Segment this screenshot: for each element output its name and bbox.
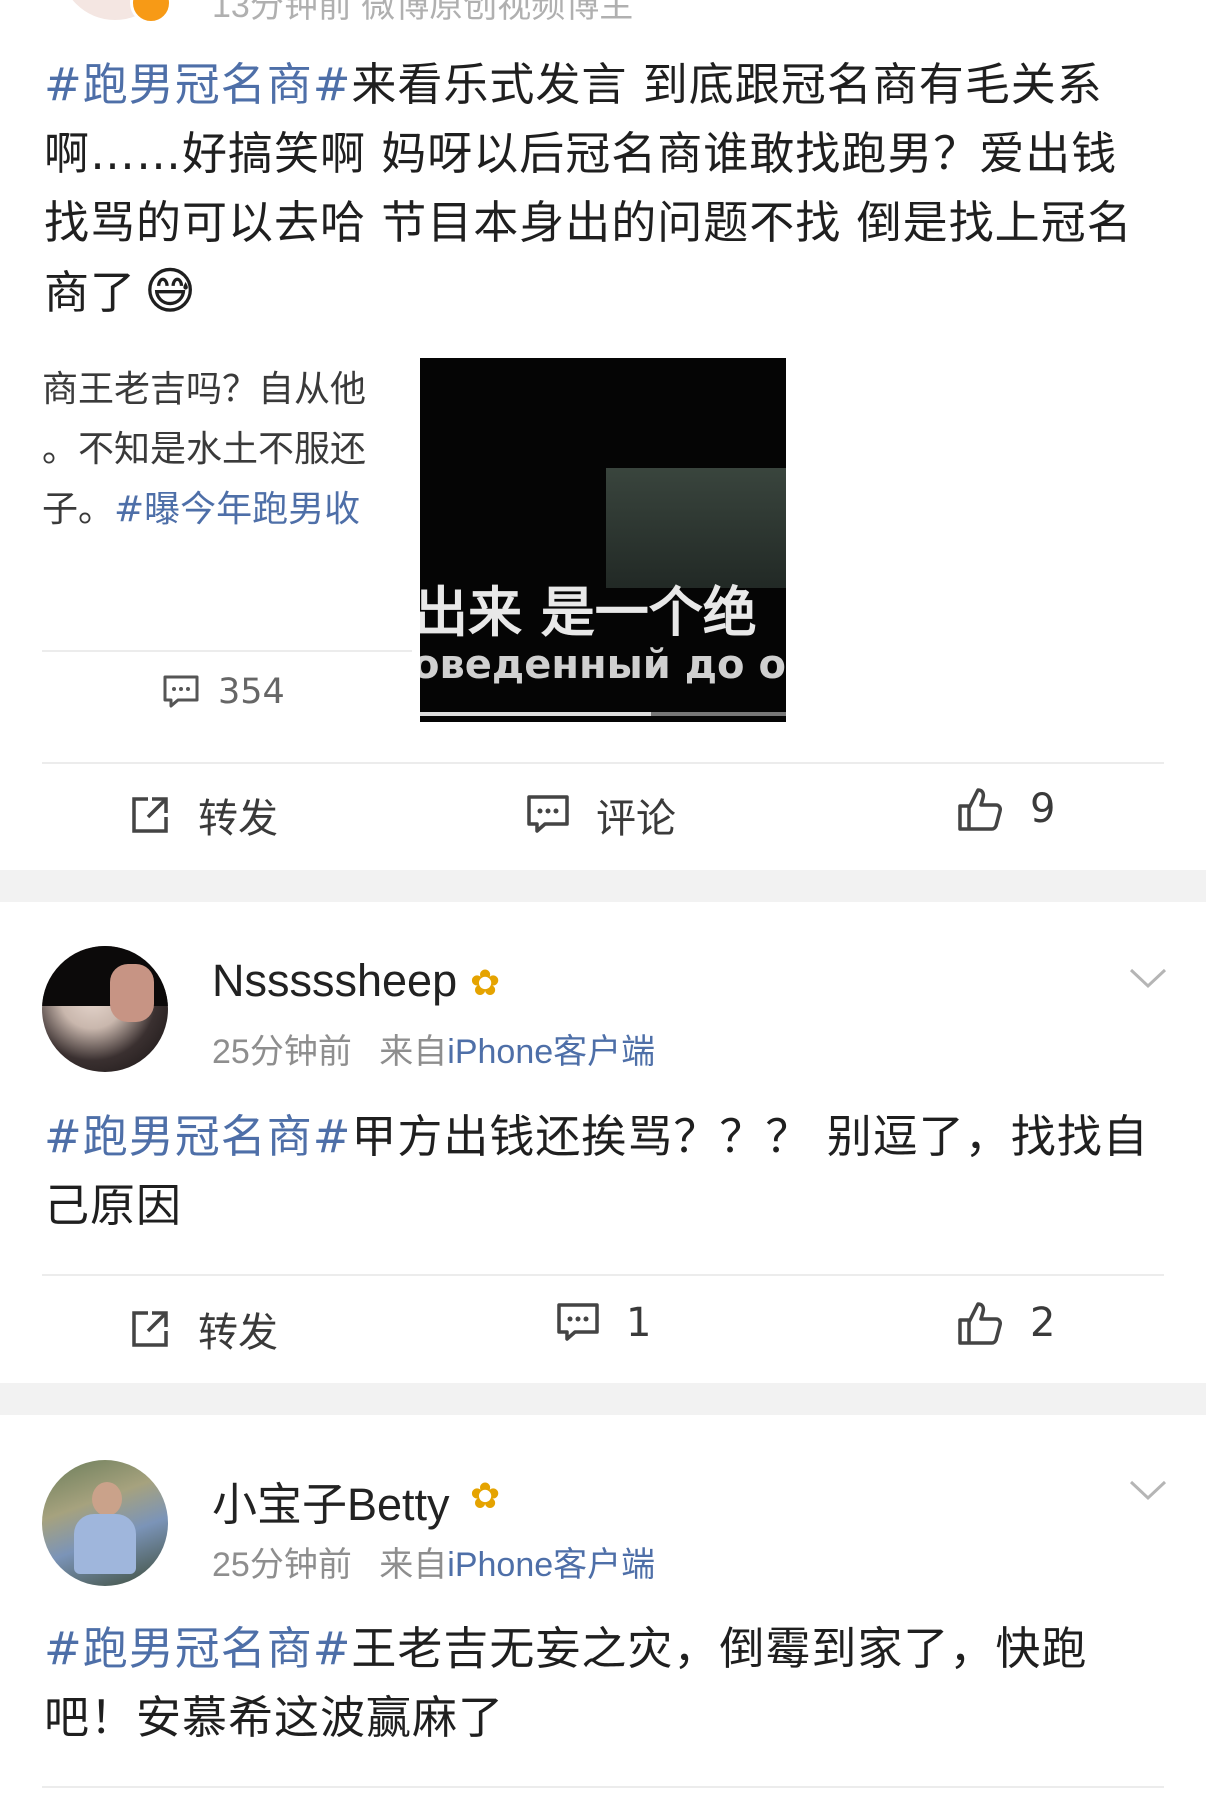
video-progress-fill xyxy=(420,712,651,716)
comment-button[interactable]: 1 xyxy=(556,1300,651,1346)
source-link[interactable]: iPhone客户端 xyxy=(447,1546,655,1584)
sweat-smile-emoji-icon: 😅 xyxy=(144,262,198,320)
divider xyxy=(42,762,1164,764)
post-text: #跑男冠名商#甲方出钱还挨骂？？？ 别逗了，找找自 己原因 xyxy=(44,1102,1174,1240)
like-count: 2 xyxy=(1030,1300,1056,1346)
post-meta: 13分钟前 微博原创视频博主 xyxy=(212,0,634,25)
post-text: #跑男冠名商#来看乐式发言 到底跟冠名商有毛关系 啊……好搞笑啊 妈呀以后冠名商… xyxy=(44,50,1174,327)
source-prefix: 来自 xyxy=(379,1546,448,1584)
sunflower-icon: ✿ xyxy=(470,963,501,1004)
divider xyxy=(42,1274,1164,1276)
repost-label: 转发 xyxy=(198,1310,278,1356)
username[interactable]: Nsssssheep xyxy=(212,955,457,1007)
like-count: 9 xyxy=(1030,786,1056,832)
feed-separator xyxy=(0,1383,1206,1415)
post-text-line: 甲方出钱还挨骂？？？ 别逗了，找找自 xyxy=(351,1110,1149,1163)
comment-button[interactable]: 评论 xyxy=(526,786,676,844)
sunflower-icon: ✿ xyxy=(470,1476,501,1517)
avatar[interactable] xyxy=(42,1460,168,1586)
video-caption-ru: оведенный до от xyxy=(420,642,786,688)
post-time: 25分钟前 xyxy=(212,1546,352,1584)
source-link[interactable]: iPhone客户端 xyxy=(447,1033,655,1071)
source-prefix: 来自 xyxy=(379,1033,448,1071)
avatar-shirt xyxy=(74,1514,136,1574)
repost-button[interactable]: 转发 xyxy=(128,786,278,844)
post-text-line: 啊……好搞笑啊 妈呀以后冠名商谁敢找跑男？爱出钱 xyxy=(44,127,1118,180)
comment-icon xyxy=(557,1303,599,1341)
hashtag-link[interactable]: #曝今年跑男收 xyxy=(114,489,360,530)
divider xyxy=(42,1786,1164,1788)
avatar[interactable] xyxy=(42,946,168,1072)
comment-icon xyxy=(163,675,199,708)
like-button[interactable]: 2 xyxy=(956,1300,1055,1346)
embedded-comment-count: 354 xyxy=(218,672,285,712)
avatar-hand xyxy=(110,964,154,1022)
thumbs-up-icon xyxy=(958,1302,1002,1345)
video-thumbnail[interactable]: 出来 是一个绝 оведенный до от xyxy=(420,358,786,722)
post-text-line: 找骂的可以去哈 节目本身出的问题不找 倒是找上冠名 xyxy=(44,196,1133,249)
like-button[interactable]: 9 xyxy=(956,786,1055,832)
video-caption-cn: 出来 是一个绝 xyxy=(420,581,757,644)
feed-separator xyxy=(0,870,1206,902)
hashtag-link[interactable]: #跑男冠名商# xyxy=(44,58,351,111)
repost-icon xyxy=(132,797,168,833)
comment-icon xyxy=(527,795,569,833)
repost-label: 转发 xyxy=(198,796,278,842)
post-meta: 25分钟前 来自iPhone客户端 xyxy=(212,1537,655,1586)
post-meta: 25分钟前 来自iPhone客户端 xyxy=(212,1024,655,1073)
embedded-line: 子。 xyxy=(42,489,115,530)
embedded-text: 商王老吉吗？自从他 。不知是水土不服还 子。#曝今年跑男收 xyxy=(42,360,412,540)
embedded-post-card[interactable]: 商王老吉吗？自从他 。不知是水土不服还 子。#曝今年跑男收 354 xyxy=(42,360,412,720)
embedded-line: 商王老吉吗？自从他 xyxy=(42,369,367,410)
post-text-line: 吧！安慕希这波赢麻了 xyxy=(44,1691,505,1744)
post-text-line: 王老吉无妄之灾，倒霉到家了，快跑 xyxy=(351,1622,1088,1675)
post-text-line: 商了 xyxy=(44,266,137,319)
repost-icon xyxy=(132,1311,168,1347)
chevron-down-icon[interactable] xyxy=(1128,966,1168,990)
embedded-line: 。不知是水土不服还 xyxy=(42,429,367,470)
post-time: 25分钟前 xyxy=(212,1033,352,1071)
comment-label: 评论 xyxy=(596,796,676,842)
hashtag-link[interactable]: #跑男冠名商# xyxy=(44,1110,351,1163)
embedded-comment-button[interactable]: 354 xyxy=(162,672,285,712)
thumbs-up-icon xyxy=(958,788,1002,831)
repost-button[interactable]: 转发 xyxy=(128,1300,278,1358)
chevron-down-icon[interactable] xyxy=(1128,1478,1168,1502)
post-text-line: 己原因 xyxy=(44,1179,183,1232)
avatar-head xyxy=(92,1482,122,1516)
post-text-line: 来看乐式发言 到底跟冠名商有毛关系 xyxy=(351,58,1103,111)
verified-badge-icon xyxy=(130,0,172,24)
video-progress-bar[interactable] xyxy=(420,712,786,716)
post-text: #跑男冠名商#王老吉无妄之灾，倒霉到家了，快跑 吧！安慕希这波赢麻了 xyxy=(44,1614,1174,1752)
username[interactable]: 小宝子Betty xyxy=(212,1468,450,1533)
hashtag-link[interactable]: #跑男冠名商# xyxy=(44,1622,351,1675)
embedded-divider xyxy=(42,650,412,652)
comment-count: 1 xyxy=(626,1300,652,1346)
